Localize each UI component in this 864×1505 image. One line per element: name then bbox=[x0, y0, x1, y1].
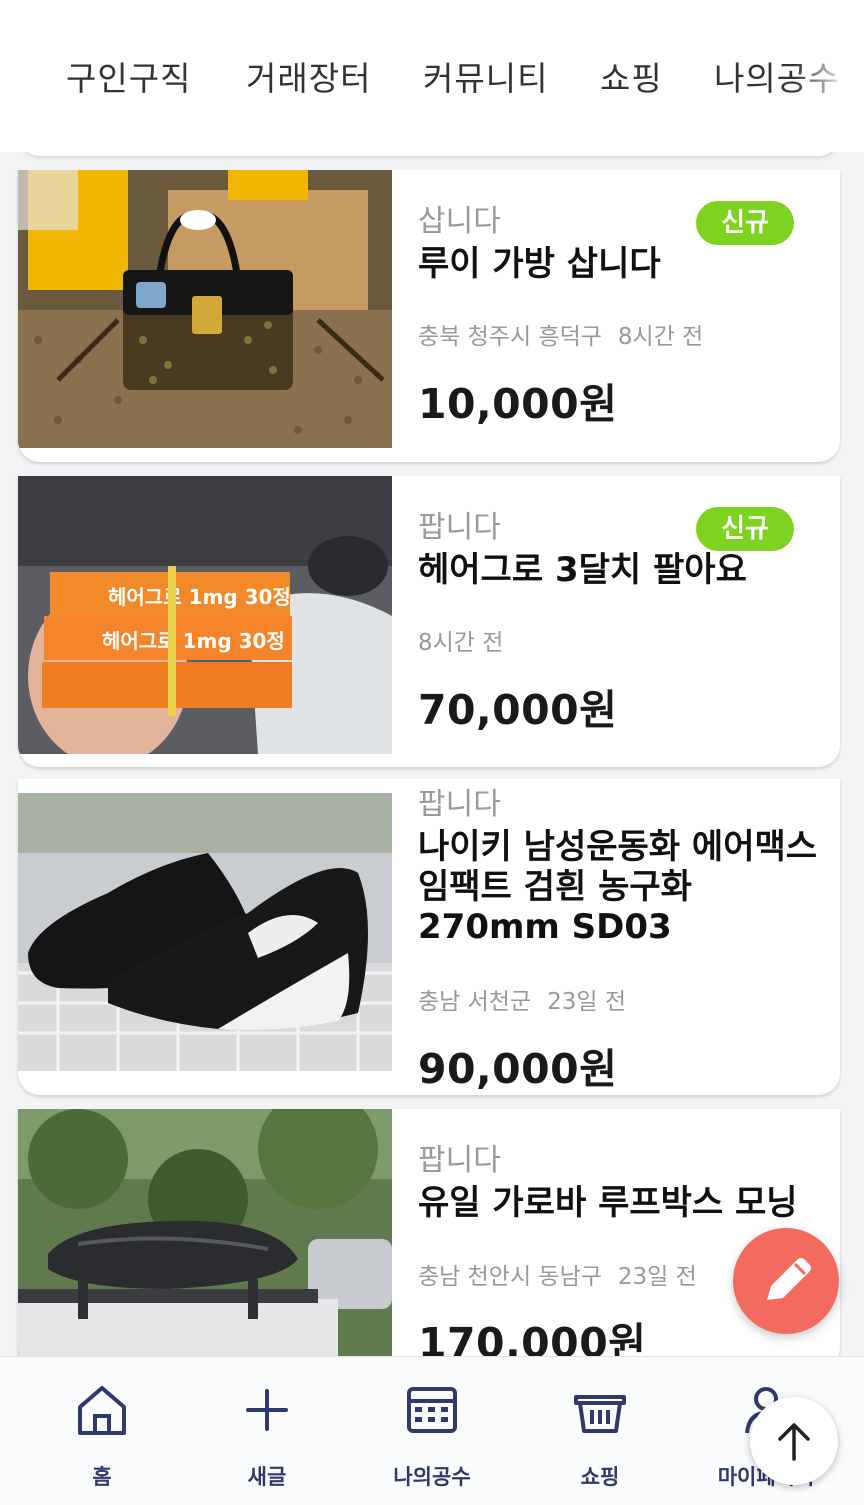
listing-card[interactable]: 헤어그로 1mg 30정 헤어그로 1mg 30정 팝니다 신규 헤어그로 3달… bbox=[18, 476, 840, 767]
tab-shopping[interactable]: 쇼핑 bbox=[600, 52, 663, 100]
listing-title: 헤어그로 3달치 팔아요 bbox=[418, 550, 747, 590]
listing-meta: 8시간 전 bbox=[418, 623, 503, 657]
write-post-button[interactable] bbox=[733, 1228, 839, 1334]
listing-location: 충남 서천군 bbox=[418, 989, 532, 1015]
bottom-nav-bar: 홈 새글 나의공수 쇼핑 마이페이지 bbox=[0, 1356, 864, 1505]
nav-home-label: 홈 bbox=[92, 1465, 112, 1489]
nav-my-work[interactable]: 나의공수 bbox=[362, 1357, 502, 1505]
listing-time: 23일 전 bbox=[547, 989, 627, 1015]
roof-box-photo bbox=[18, 1109, 392, 1356]
tab-community[interactable]: 커뮤니티 bbox=[423, 52, 548, 100]
listing-price: 10,000원 bbox=[418, 380, 618, 428]
listing-price: 170,000원 bbox=[418, 1319, 647, 1356]
listing-meta: 충북 청주시 흥덕구 8시간 전 bbox=[418, 317, 703, 351]
home-icon bbox=[78, 1386, 126, 1435]
nav-shopping-label: 쇼핑 bbox=[580, 1465, 620, 1489]
listing-meta: 충남 천안시 동남구 23일 전 bbox=[418, 1257, 697, 1291]
listing-category: 팝니다 bbox=[418, 787, 501, 822]
listing-thumbnail bbox=[18, 793, 392, 1071]
tab-marketplace[interactable]: 거래장터 bbox=[246, 52, 371, 100]
app-screen: 구인구직 거래장터 커뮤니티 쇼핑 나의공수 삽니다 신규 루이 가방 삽니다 … bbox=[0, 0, 864, 1505]
pencil-icon bbox=[767, 1258, 811, 1300]
handbag-photo bbox=[18, 170, 392, 448]
nav-new-post[interactable]: 새글 bbox=[197, 1357, 337, 1505]
medicine-boxes-photo: 헤어그로 1mg 30정 헤어그로 1mg 30정 bbox=[18, 476, 392, 754]
nav-new-post-label: 새글 bbox=[247, 1465, 287, 1489]
listing-price: 70,000원 bbox=[418, 686, 618, 734]
new-badge: 신규 bbox=[696, 507, 794, 551]
nav-my-work-label: 나의공수 bbox=[393, 1465, 471, 1489]
listing-location: 충남 천안시 동남구 bbox=[418, 1264, 602, 1290]
svg-text:헤어그로 1mg 30정: 헤어그로 1mg 30정 bbox=[108, 585, 291, 609]
calculator-icon bbox=[407, 1387, 457, 1433]
listing-card[interactable]: 팝니다 유일 가로바 루프박스 모닝 충남 천안시 동남구 23일 전 170,0… bbox=[18, 1109, 840, 1356]
plus-icon bbox=[246, 1389, 288, 1431]
listing-time: 8시간 전 bbox=[418, 630, 504, 656]
arrow-up-icon bbox=[778, 1423, 810, 1461]
basket-icon bbox=[574, 1395, 626, 1433]
sneakers-photo bbox=[18, 793, 392, 1071]
tab-jobs[interactable]: 구인구직 bbox=[66, 52, 191, 100]
new-badge: 신규 bbox=[696, 201, 794, 245]
listing-title: 유일 가로바 루프박스 모닝 bbox=[418, 1183, 798, 1223]
nav-shopping[interactable]: 쇼핑 bbox=[530, 1357, 670, 1505]
listing-thumbnail bbox=[18, 1109, 392, 1356]
listing-location: 충북 청주시 흥덕구 bbox=[418, 324, 602, 350]
tab-overflow-fade bbox=[794, 40, 864, 110]
top-tab-bar: 구인구직 거래장터 커뮤니티 쇼핑 나의공수 bbox=[0, 0, 864, 152]
scroll-to-top-button[interactable] bbox=[750, 1397, 838, 1485]
listing-price: 90,000원 bbox=[418, 1045, 618, 1093]
listing-feed[interactable]: 삽니다 신규 루이 가방 삽니다 충북 청주시 흥덕구 8시간 전 10,000원 bbox=[0, 152, 864, 1356]
listing-title: 나이키 남성운동화 에어맥스 임팩트 검흰 농구화 270mm SD03 bbox=[418, 827, 818, 947]
listing-category: 삽니다 bbox=[418, 204, 501, 239]
svg-text:헤어그로 1mg 30정: 헤어그로 1mg 30정 bbox=[102, 629, 285, 653]
previous-card-edge bbox=[18, 152, 840, 156]
listing-card[interactable]: 삽니다 신규 루이 가방 삽니다 충북 청주시 흥덕구 8시간 전 10,000원 bbox=[18, 170, 840, 462]
listing-category: 팝니다 bbox=[418, 1143, 501, 1178]
listing-card[interactable]: 팝니다 나이키 남성운동화 에어맥스 임팩트 검흰 농구화 270mm SD03… bbox=[18, 779, 840, 1095]
listing-category: 팝니다 bbox=[418, 510, 501, 545]
listing-time: 23일 전 bbox=[617, 1264, 697, 1290]
listing-time: 8시간 전 bbox=[617, 324, 704, 350]
listing-thumbnail: 헤어그로 1mg 30정 헤어그로 1mg 30정 bbox=[18, 476, 392, 754]
listing-meta: 충남 서천군 23일 전 bbox=[418, 982, 626, 1016]
nav-home[interactable]: 홈 bbox=[32, 1357, 172, 1505]
listing-thumbnail bbox=[18, 170, 392, 448]
listing-title: 루이 가방 삽니다 bbox=[418, 244, 661, 284]
